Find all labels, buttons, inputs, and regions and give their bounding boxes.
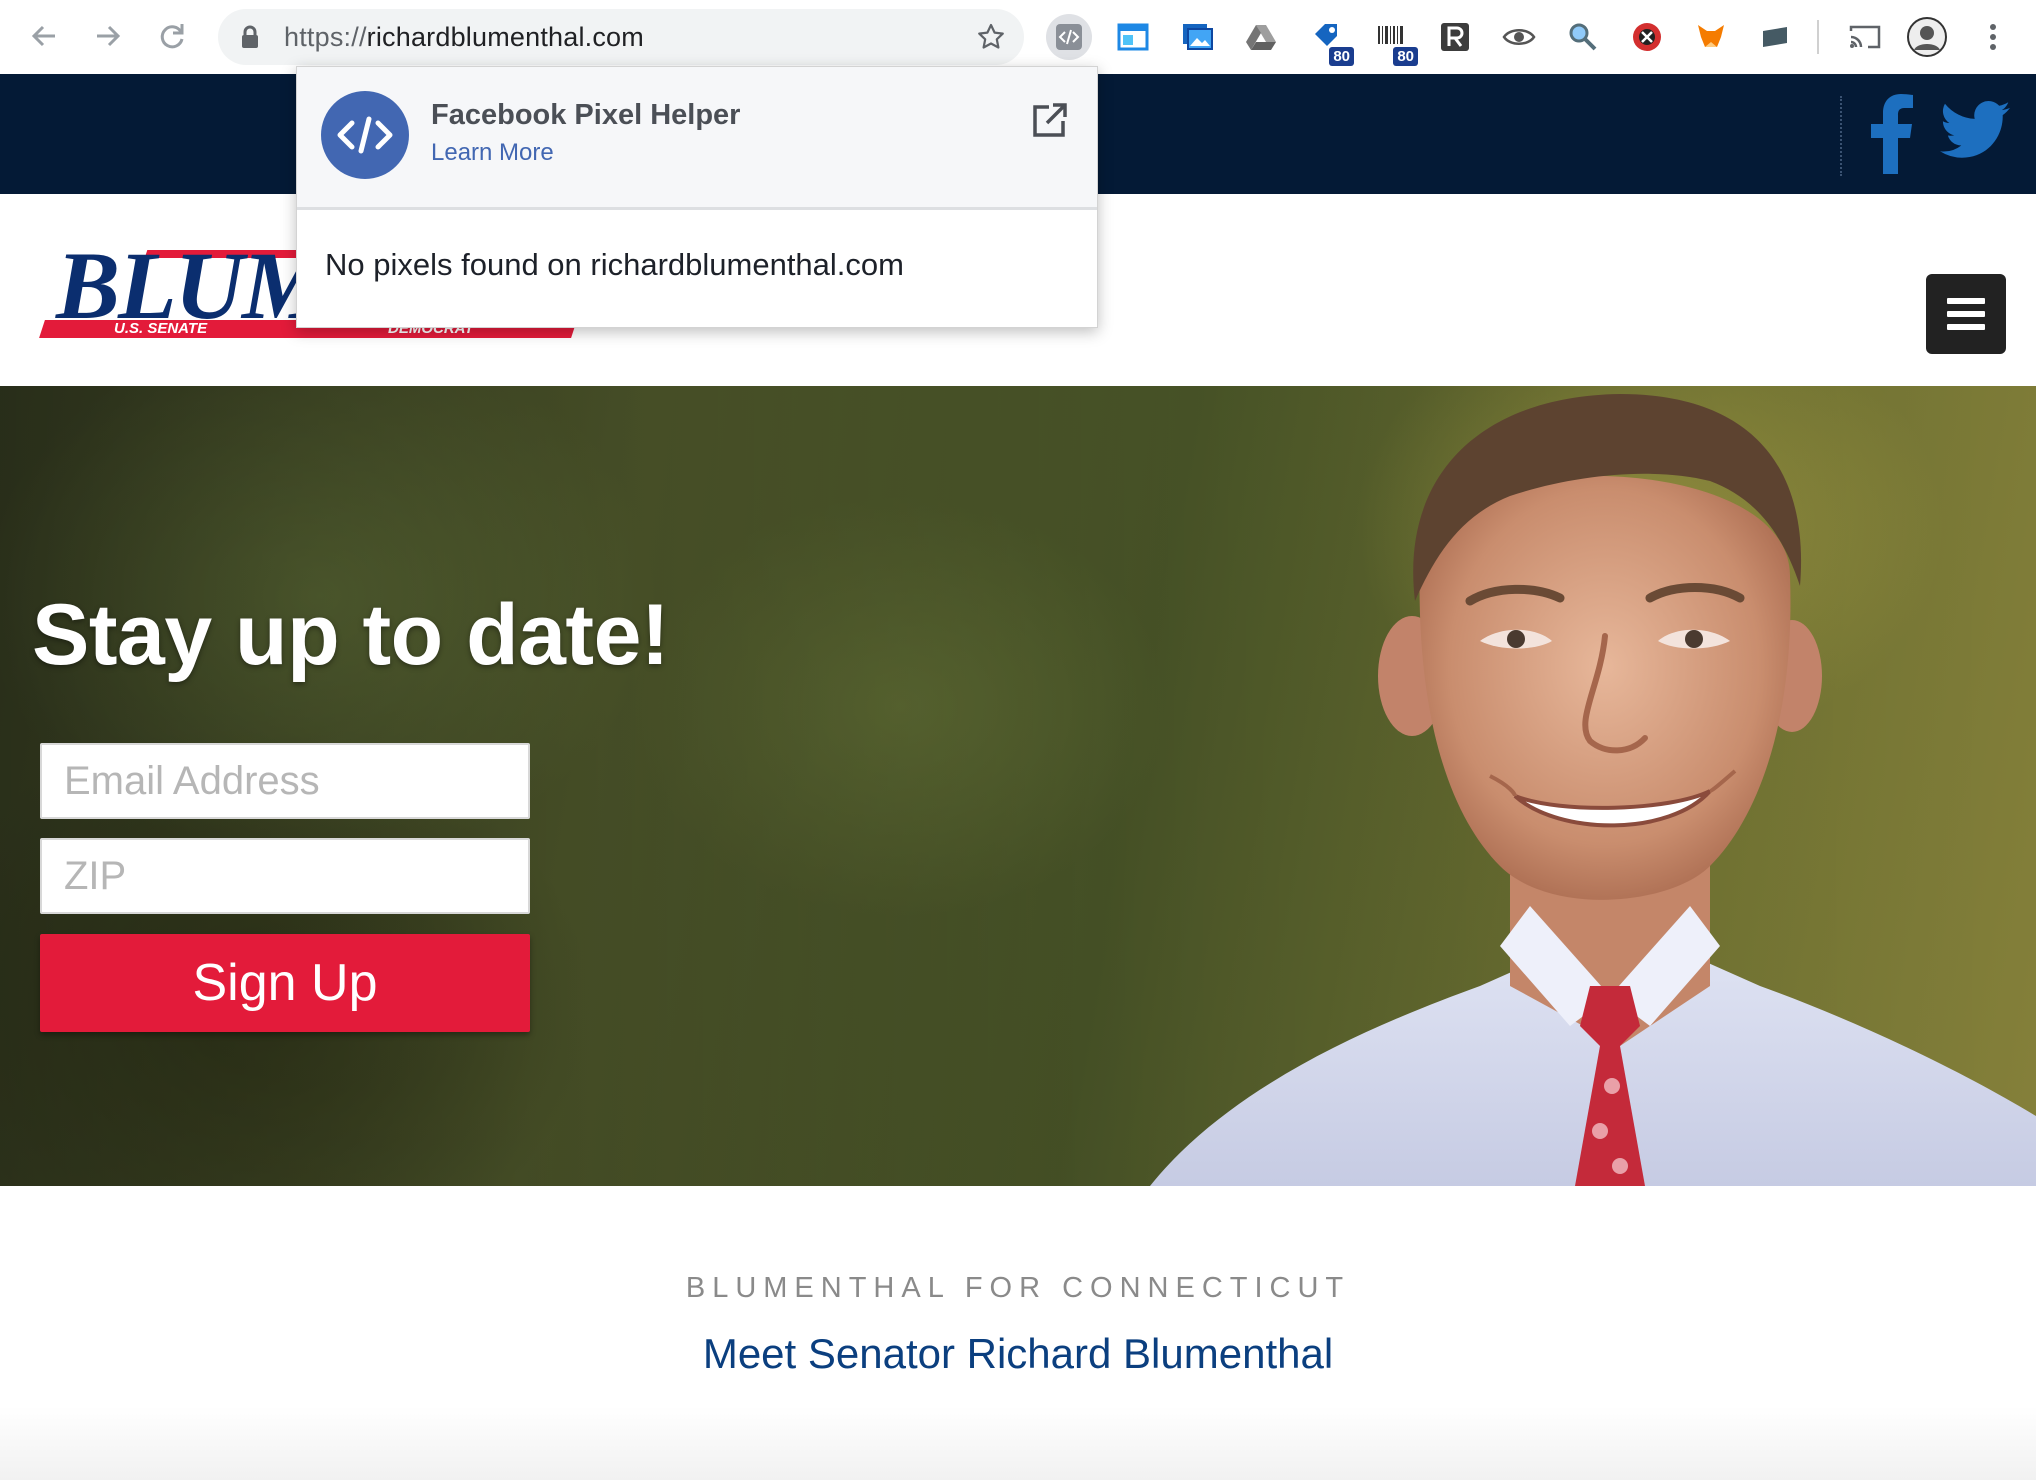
url-text: https://richardblumenthal.com [284, 9, 644, 65]
r-extension-button[interactable] [1432, 14, 1478, 60]
lock-icon [242, 25, 258, 48]
popup-title: Facebook Pixel Helper [431, 99, 741, 131]
hero-heading: Stay up to date! [32, 587, 670, 683]
intro-section: BLUMENTHAL FOR CONNECTICUT Meet Senator … [0, 1186, 2036, 1480]
hamburger-menu-button[interactable] [1926, 274, 2006, 354]
menu-bar [1947, 324, 1985, 330]
fox-icon [1698, 25, 1724, 47]
zip-field[interactable] [40, 838, 530, 914]
pixel-helper-extension-button[interactable] [1046, 14, 1092, 60]
logo-office: U.S. SENATE [114, 320, 208, 337]
pixel-helper-popup: Facebook Pixel Helper Learn More No pixe… [296, 66, 1098, 328]
code-brackets-icon [337, 116, 393, 154]
hero-section: Stay up to date! Sign Up [0, 386, 2036, 1186]
eye-extension-button[interactable] [1496, 14, 1542, 60]
browser-menu-button[interactable] [1970, 14, 2016, 60]
barcode-extension-button[interactable]: 80 [1368, 14, 1418, 66]
magnifier-extension-button[interactable] [1560, 14, 1606, 60]
cast-icon [1849, 25, 1881, 49]
popup-status-message: No pixels found on richardblumenthal.com [325, 247, 904, 282]
window-icon [1117, 23, 1149, 51]
screenshot-extension-button[interactable] [1174, 14, 1220, 60]
menu-bar [1947, 298, 1985, 304]
code-tag-icon [1056, 24, 1082, 50]
sign-up-button[interactable]: Sign Up [40, 934, 530, 1032]
open-external-icon[interactable] [1029, 101, 1069, 141]
more-vertical-icon [1990, 24, 1996, 50]
avatar-icon [1907, 17, 1947, 57]
reload-icon [160, 24, 184, 49]
toolbar-divider [1817, 20, 1819, 54]
eye-icon [1502, 29, 1536, 45]
drive-extension-button[interactable] [1238, 14, 1284, 60]
extension-badge: 80 [1393, 47, 1418, 66]
email-field[interactable] [40, 743, 530, 819]
menu-bar [1947, 311, 1985, 317]
magnifier-icon [1569, 23, 1597, 51]
fox-extension-button[interactable] [1688, 14, 1734, 60]
arrow-left-icon [31, 25, 55, 47]
twitter-icon [1940, 101, 2010, 158]
twitter-link[interactable] [1940, 100, 2010, 165]
meet-senator-link[interactable]: Meet Senator Richard Blumenthal [0, 1330, 2036, 1378]
browser-toolbar: https://richardblumenthal.com 80 80 [0, 0, 2036, 75]
pixel-helper-logo [321, 91, 409, 179]
tag-extension-button[interactable]: 80 [1304, 14, 1354, 66]
popup-header: Facebook Pixel Helper Learn More [297, 67, 1097, 210]
social-divider [1840, 96, 1842, 176]
reload-button[interactable] [150, 14, 194, 58]
blocker-extension-button[interactable] [1624, 14, 1670, 60]
url-scheme: https:// [284, 22, 367, 52]
section-kicker: BLUMENTHAL FOR CONNECTICUT [685, 1272, 1351, 1304]
url-host: richardblumenthal.com [366, 22, 644, 52]
back-button[interactable] [22, 14, 66, 58]
window-extension-button[interactable] [1110, 14, 1156, 60]
senator-portrait [1150, 394, 2036, 1186]
screen-extension-button[interactable] [1752, 14, 1798, 60]
bookmark-star-icon[interactable] [976, 22, 1006, 52]
image-capture-icon [1183, 24, 1213, 50]
drive-icon [1246, 25, 1276, 50]
letter-r-icon [1441, 23, 1469, 51]
learn-more-link[interactable]: Learn More [431, 139, 554, 167]
screen-icon [1763, 27, 1787, 47]
forward-button[interactable] [86, 14, 130, 58]
address-bar[interactable]: https://richardblumenthal.com [218, 9, 1024, 65]
extension-badge: 80 [1329, 47, 1354, 66]
profile-avatar-button[interactable] [1904, 14, 1950, 60]
facebook-link[interactable] [1868, 94, 1914, 179]
facebook-icon [1871, 94, 1913, 174]
arrow-right-icon [97, 25, 121, 47]
cast-button[interactable] [1842, 14, 1888, 60]
block-icon [1633, 23, 1661, 51]
